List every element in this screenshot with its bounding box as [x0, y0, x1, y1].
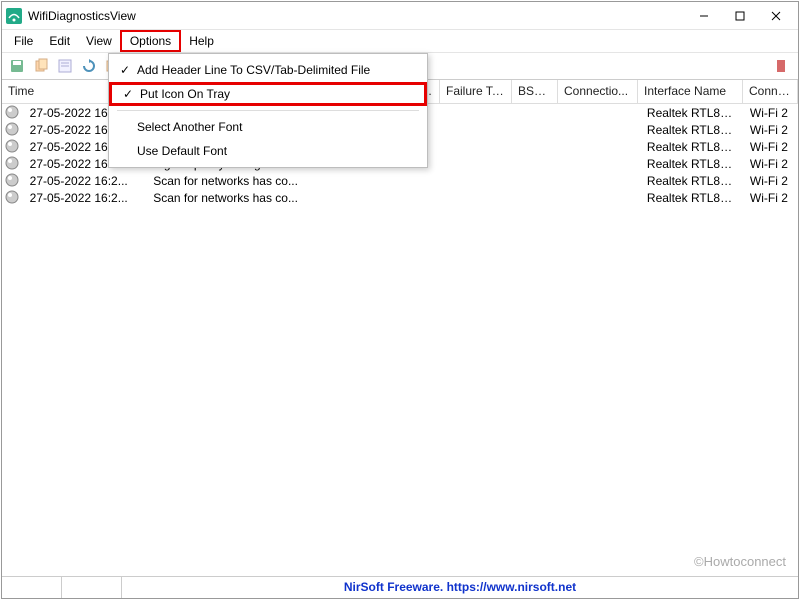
cell-interface-name: Realtek RTL872... [641, 157, 744, 171]
menu-item-label: Use Default Font [137, 144, 227, 158]
save-icon[interactable] [8, 57, 26, 75]
menu-view[interactable]: View [78, 32, 120, 50]
data-grid[interactable]: 27-05-2022 16:2... Scan for networks has… [2, 104, 798, 576]
row-icon [5, 122, 21, 138]
menu-item-put-icon-on-tray[interactable]: ✓ Put Icon On Tray [109, 82, 427, 106]
table-row[interactable]: 27-05-2022 16:2... Scan for networks has… [2, 172, 798, 189]
title-bar: WifiDiagnosticsView [2, 2, 798, 30]
column-interface-name[interactable]: Interface Name [638, 80, 743, 103]
menu-help[interactable]: Help [181, 32, 222, 50]
menu-item-label: Select Another Font [137, 120, 242, 134]
cell-event: Scan for networks has co... [147, 191, 412, 205]
cell-interface-name: Realtek RTL872... [641, 123, 744, 137]
cell-time: 27-05-2022 16:2... [24, 174, 148, 188]
column-failure-text[interactable]: Failure Text [440, 80, 512, 103]
cell-interface-guid: Wi-Fi 2 [744, 140, 798, 154]
menu-options[interactable]: Options [120, 30, 181, 52]
row-icon [5, 173, 21, 189]
checkmark-icon: ✓ [113, 63, 137, 77]
column-interface-guid[interactable]: Connec... [743, 80, 798, 103]
status-pane-2 [62, 577, 122, 598]
column-bssid[interactable]: BSSID [512, 80, 558, 103]
cell-interface-guid: Wi-Fi 2 [744, 123, 798, 137]
table-row[interactable]: 27-05-2022 16:2... Scan for networks has… [2, 189, 798, 206]
exit-icon[interactable] [774, 57, 792, 75]
watermark-text: ©Howtoconnect [694, 554, 786, 569]
menu-item-label: Put Icon On Tray [140, 87, 230, 101]
cell-interface-name: Realtek RTL872... [641, 174, 744, 188]
cell-event: Scan for networks has co... [147, 174, 412, 188]
minimize-button[interactable] [686, 2, 722, 29]
column-connection[interactable]: Connectio... [558, 80, 638, 103]
menu-item-label: Add Header Line To CSV/Tab-Delimited Fil… [137, 63, 370, 77]
close-button[interactable] [758, 2, 794, 29]
refresh-icon[interactable] [80, 57, 98, 75]
cell-interface-guid: Wi-Fi 2 [744, 174, 798, 188]
footer-link[interactable]: NirSoft Freeware. https://www.nirsoft.ne… [122, 577, 798, 598]
row-icon [5, 156, 21, 172]
row-icon [5, 190, 21, 206]
menu-separator [117, 110, 419, 111]
row-icon [5, 139, 21, 155]
menu-item-default-font[interactable]: Use Default Font [109, 139, 427, 163]
app-icon [6, 8, 22, 24]
status-bar: NirSoft Freeware. https://www.nirsoft.ne… [2, 576, 798, 598]
window-title: WifiDiagnosticsView [28, 9, 686, 23]
menu-bar: File Edit View Options Help [2, 30, 798, 52]
menu-edit[interactable]: Edit [41, 32, 78, 50]
cell-interface-name: Realtek RTL872... [641, 106, 744, 120]
checkmark-icon: ✓ [116, 87, 140, 101]
menu-item-add-header[interactable]: ✓ Add Header Line To CSV/Tab-Delimited F… [109, 58, 427, 82]
status-pane-1 [2, 577, 62, 598]
cell-time: 27-05-2022 16:2... [24, 191, 148, 205]
cell-interface-name: Realtek RTL872... [641, 140, 744, 154]
maximize-button[interactable] [722, 2, 758, 29]
menu-file[interactable]: File [6, 32, 41, 50]
cell-interface-guid: Wi-Fi 2 [744, 106, 798, 120]
cell-interface-guid: Wi-Fi 2 [744, 157, 798, 171]
properties-icon[interactable] [56, 57, 74, 75]
menu-item-select-font[interactable]: Select Another Font [109, 115, 427, 139]
cell-interface-name: Realtek RTL872... [641, 191, 744, 205]
row-icon [5, 105, 21, 121]
options-dropdown: ✓ Add Header Line To CSV/Tab-Delimited F… [108, 53, 428, 168]
copy-icon[interactable] [32, 57, 50, 75]
cell-interface-guid: Wi-Fi 2 [744, 191, 798, 205]
